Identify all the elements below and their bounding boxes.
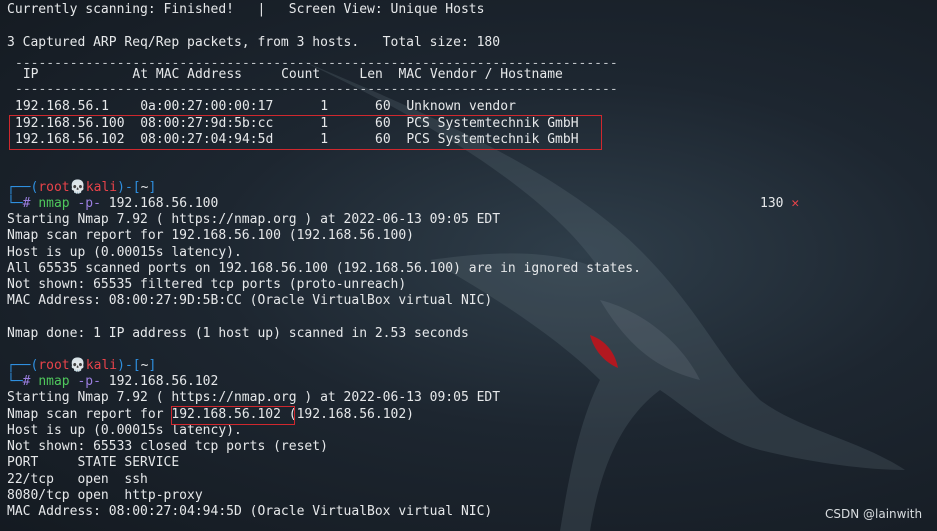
prompt-hash: # [22,196,31,211]
close-icon: ✕ [791,196,800,211]
prompt-user: root [38,180,70,195]
table-header: IP At MAC Address Count Len MAC Vendor /… [15,67,563,82]
command-flag: -p- [77,374,101,389]
output-line: Starting Nmap 7.92 ( https://nmap.org ) … [7,212,501,227]
prompt-corner: ┌── [7,358,31,373]
command-bin: nmap [38,374,70,389]
exit-code: 130 ✕ [760,196,800,211]
prompt-line: ┌──(root💀kali)-[~] [7,180,157,195]
prompt-line: ┌──(root💀kali)-[~] [7,358,157,373]
output-line: All 65535 scanned ports on 192.168.56.10… [7,261,641,276]
command-target: 192.168.56.100 [108,196,219,211]
output-line: Host is up (0.00015s latency). [7,423,242,438]
output-line: Starting Nmap 7.92 ( https://nmap.org ) … [7,390,501,405]
command-flag: -p- [77,196,101,211]
output-line: PORT STATE SERVICE [7,455,180,470]
output-line: Host is up (0.00015s latency). [7,245,242,260]
skull-icon: 💀 [69,358,86,373]
output-line: Nmap scan report for 192.168.56.100 (192… [7,228,414,243]
command-line: └─# nmap -p- 192.168.56.102 [7,374,219,389]
highlight-box [9,115,602,150]
output-line: Not shown: 65535 filtered tcp ports (pro… [7,277,407,292]
command-line: └─# nmap -p- 192.168.56.100 [7,196,219,211]
watermark: CSDN @lainwith [825,507,923,521]
command-bin: nmap [38,196,70,211]
prompt-corner: ┌── [7,180,31,195]
table-row: 192.168.56.1 0a:00:27:00:00:17 1 60 Unkn… [15,99,516,114]
output-line: MAC Address: 08:00:27:9D:5B:CC (Oracle V… [7,293,493,308]
highlight-box [171,406,295,425]
command-target: 192.168.56.102 [108,374,219,389]
prompt-user: root [38,358,70,373]
prompt-host: kali [85,358,118,373]
output-line: Not shown: 65533 closed tcp ports (reset… [7,439,328,454]
output-line: 22/tcp open ssh [7,472,148,487]
prompt-hash: # [22,374,31,389]
summary-line: 3 Captured ARP Req/Rep packets, from 3 h… [7,35,501,50]
output-line: MAC Address: 08:00:27:04:94:5D (Oracle V… [7,504,493,519]
prompt-host: kali [85,180,118,195]
output-line: 8080/tcp open http-proxy [7,488,203,503]
skull-icon: 💀 [69,180,86,195]
table-header-rule: ----------------------------------------… [15,82,618,97]
output-line: Nmap done: 1 IP address (1 host up) scan… [7,326,469,341]
status-line: Currently scanning: Finished! | Screen V… [7,2,485,17]
